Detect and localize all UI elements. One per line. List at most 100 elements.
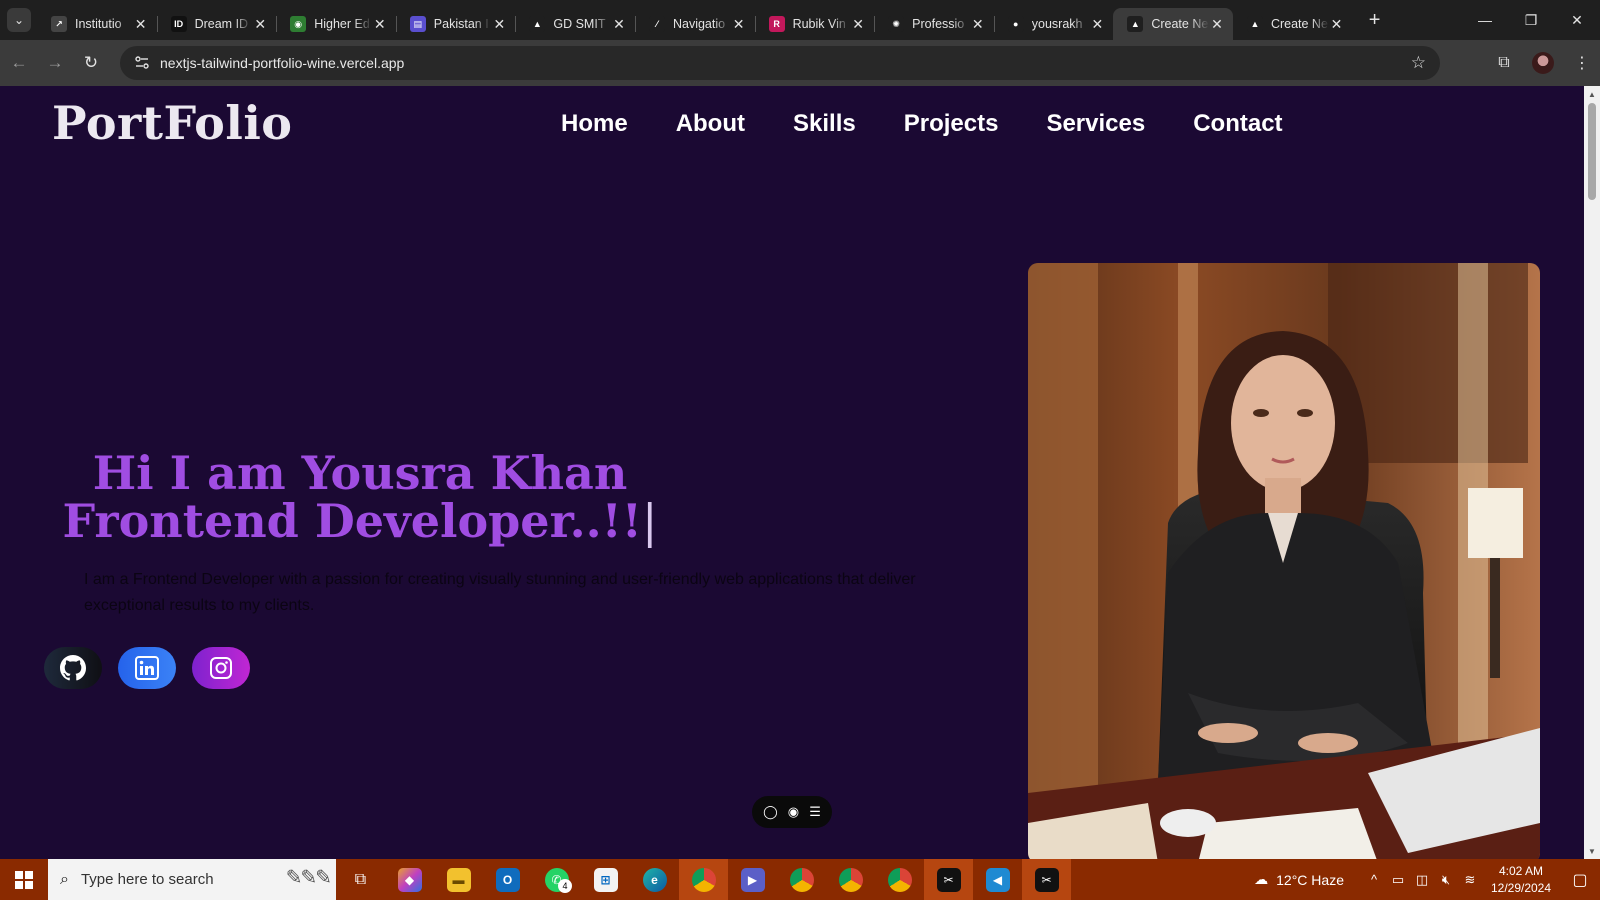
meet-now-icon[interactable]: ◫ bbox=[1410, 872, 1434, 888]
restore-icon[interactable]: ❐ bbox=[1508, 0, 1554, 40]
vercel-icon: ▲ bbox=[1127, 16, 1144, 32]
edge-icon[interactable]: e bbox=[630, 859, 679, 900]
google-drive-icon: ▲ bbox=[529, 16, 546, 32]
site-logo[interactable]: PortFolio bbox=[52, 96, 292, 150]
bookmark-star-icon[interactable]: ☆ bbox=[1411, 53, 1426, 73]
search-icon: ⌕ bbox=[60, 870, 69, 888]
browser-tab[interactable]: ⁄ Navigatio ✕ bbox=[634, 8, 755, 40]
profile-avatar[interactable] bbox=[1532, 52, 1554, 74]
nav-about[interactable]: About bbox=[676, 110, 745, 138]
notifications-icon[interactable]: ▢ bbox=[1560, 870, 1600, 890]
outlook-icon[interactable]: O bbox=[483, 859, 532, 900]
browser-tab[interactable]: ↗ Institutio ✕ bbox=[37, 8, 157, 40]
copilot-icon[interactable]: ◆ bbox=[385, 859, 434, 900]
menu-kebab-icon[interactable]: ⋮ bbox=[1564, 45, 1600, 81]
profile-photo bbox=[1028, 263, 1540, 859]
tab-close-icon[interactable]: ✕ bbox=[133, 16, 149, 32]
vscode-icon[interactable]: ◀ bbox=[973, 859, 1022, 900]
scroll-down-icon[interactable]: ▼ bbox=[1584, 843, 1600, 859]
taskbar-search[interactable]: ⌕ Type here to search ✎✎✎ bbox=[48, 859, 336, 900]
tab-close-icon[interactable]: ✕ bbox=[970, 16, 986, 32]
tab-title: Dream ID bbox=[194, 17, 249, 31]
reload-icon[interactable]: ↻ bbox=[74, 46, 108, 80]
new-tab-button[interactable]: + bbox=[1361, 6, 1389, 34]
weather-widget[interactable]: ☁ 12°C Haze bbox=[1254, 871, 1344, 888]
linkedin-icon bbox=[135, 656, 159, 680]
instagram-link[interactable] bbox=[192, 647, 250, 689]
tab-title: Pakistan I bbox=[433, 17, 489, 31]
volume-muted-icon[interactable]: 🔇︎ bbox=[1434, 872, 1458, 888]
browser-tab[interactable]: ▲ Create Ne ✕ bbox=[1113, 8, 1233, 40]
battery-icon[interactable]: ▭ bbox=[1386, 872, 1410, 888]
search-highlight-icon: ✎✎✎ bbox=[285, 867, 332, 889]
copilot-app-icon[interactable]: ▶ bbox=[728, 859, 777, 900]
floating-toolbar: ◯ ◉ ☰ bbox=[752, 796, 832, 828]
portfolio-page: PortFolio Home About Skills Projects Ser… bbox=[0, 86, 1584, 859]
windows-taskbar: ⌕ Type here to search ✎✎✎ ⧉ ◆ ▬ O ✆ 4 ⊞ e… bbox=[0, 859, 1600, 900]
ms-store-icon[interactable]: ⊞ bbox=[581, 859, 630, 900]
wifi-icon[interactable]: ≋ bbox=[1458, 872, 1482, 888]
clock[interactable]: 4:02 AM 12/29/2024 bbox=[1482, 863, 1560, 897]
pinned-apps: ⧉ ◆ ▬ O ✆ 4 ⊞ e ▶ ✂ ◀ ✂ bbox=[336, 859, 1071, 900]
browser-tab[interactable]: ▲ Create Ne ✕ bbox=[1233, 8, 1353, 40]
tab-close-icon[interactable]: ✕ bbox=[1329, 16, 1345, 32]
chrome-icon-4[interactable] bbox=[875, 859, 924, 900]
nav-contact[interactable]: Contact bbox=[1193, 110, 1282, 138]
tab-close-icon[interactable]: ✕ bbox=[611, 16, 627, 32]
tab-close-icon[interactable]: ✕ bbox=[372, 16, 388, 32]
nav-skills[interactable]: Skills bbox=[793, 110, 856, 138]
nav-services[interactable]: Services bbox=[1046, 110, 1145, 138]
tab-close-icon[interactable]: ✕ bbox=[731, 16, 747, 32]
capcut-icon[interactable]: ✂ bbox=[924, 859, 973, 900]
tab-close-icon[interactable]: ✕ bbox=[491, 16, 507, 32]
tab-search-button[interactable]: ⌄ bbox=[7, 8, 31, 32]
browser-tab[interactable]: ✺ Professio ✕ bbox=[874, 8, 994, 40]
linkedin-link[interactable] bbox=[118, 647, 176, 689]
extensions-icon[interactable]: ⧉ bbox=[1486, 45, 1522, 81]
tab-title: Higher Ed bbox=[314, 17, 370, 31]
tab-title: Professio bbox=[912, 17, 965, 31]
chrome-profile-icon[interactable] bbox=[679, 859, 728, 900]
tab-close-icon[interactable]: ✕ bbox=[1209, 16, 1225, 32]
scrollbar-thumb[interactable] bbox=[1588, 103, 1596, 200]
tab-close-icon[interactable]: ✕ bbox=[850, 16, 866, 32]
file-explorer-icon[interactable]: ▬ bbox=[434, 859, 483, 900]
minimize-icon[interactable]: — bbox=[1462, 0, 1508, 40]
menu-lines-icon[interactable]: ☰ bbox=[809, 804, 821, 820]
clock-time: 4:02 AM bbox=[1498, 863, 1544, 878]
start-button[interactable] bbox=[0, 859, 48, 900]
tab-strip: ⌄ ↗ Institutio ✕ ID Dream ID ✕ ◉ Higher Ed ✕ ▤ Pak… bbox=[0, 0, 1600, 40]
hero-role: Frontend Developer..!! bbox=[62, 494, 642, 548]
task-view-icon[interactable]: ⧉ bbox=[336, 859, 385, 900]
whatsapp-icon[interactable]: ✆ 4 bbox=[532, 859, 581, 900]
browser-tab[interactable]: ID Dream ID ✕ bbox=[156, 8, 277, 40]
dream-id-icon: ID bbox=[170, 16, 187, 32]
address-bar[interactable]: nextjs-tailwind-portfolio-wine.vercel.ap… bbox=[120, 46, 1440, 80]
browser-tab[interactable]: ▤ Pakistan I ✕ bbox=[395, 8, 516, 40]
page-scrollbar[interactable]: ▲ ▼ bbox=[1584, 86, 1600, 859]
hero-greeting: Hi I am Yousra Khan bbox=[92, 446, 628, 500]
chrome-icon-2[interactable] bbox=[777, 859, 826, 900]
chrome-icon-3[interactable] bbox=[826, 859, 875, 900]
tab-list: ↗ Institutio ✕ ID Dream ID ✕ ◉ Higher Ed ✕ ▤ Pakis… bbox=[37, 0, 1353, 40]
github-link[interactable] bbox=[44, 647, 102, 689]
tab-close-icon[interactable]: ✕ bbox=[1089, 16, 1105, 32]
close-window-icon[interactable]: ✕ bbox=[1554, 0, 1600, 40]
eye-icon[interactable]: ◉ bbox=[788, 804, 799, 820]
scroll-up-icon[interactable]: ▲ bbox=[1584, 86, 1600, 102]
browser-tab[interactable]: ◉ Higher Ed ✕ bbox=[276, 8, 396, 40]
forward-icon[interactable]: → bbox=[38, 46, 72, 80]
tab-close-icon[interactable]: ✕ bbox=[252, 16, 268, 32]
site-info-icon[interactable] bbox=[126, 46, 158, 80]
browser-tab[interactable]: ▲ GD SMIT ✕ bbox=[515, 8, 635, 40]
show-hidden-icons[interactable]: ^ bbox=[1362, 872, 1386, 887]
comment-icon[interactable]: ◯ bbox=[763, 804, 778, 820]
weather-haze-icon: ☁ bbox=[1254, 871, 1269, 887]
capcut-icon-2[interactable]: ✂ bbox=[1022, 859, 1071, 900]
nav-home[interactable]: Home bbox=[561, 110, 628, 138]
back-icon[interactable]: ← bbox=[2, 46, 36, 80]
windows-logo-icon bbox=[15, 870, 33, 889]
browser-tab[interactable]: ● yousrakh ✕ bbox=[993, 8, 1114, 40]
nav-projects[interactable]: Projects bbox=[904, 110, 999, 138]
browser-tab[interactable]: R Rubik Vin ✕ bbox=[754, 8, 875, 40]
